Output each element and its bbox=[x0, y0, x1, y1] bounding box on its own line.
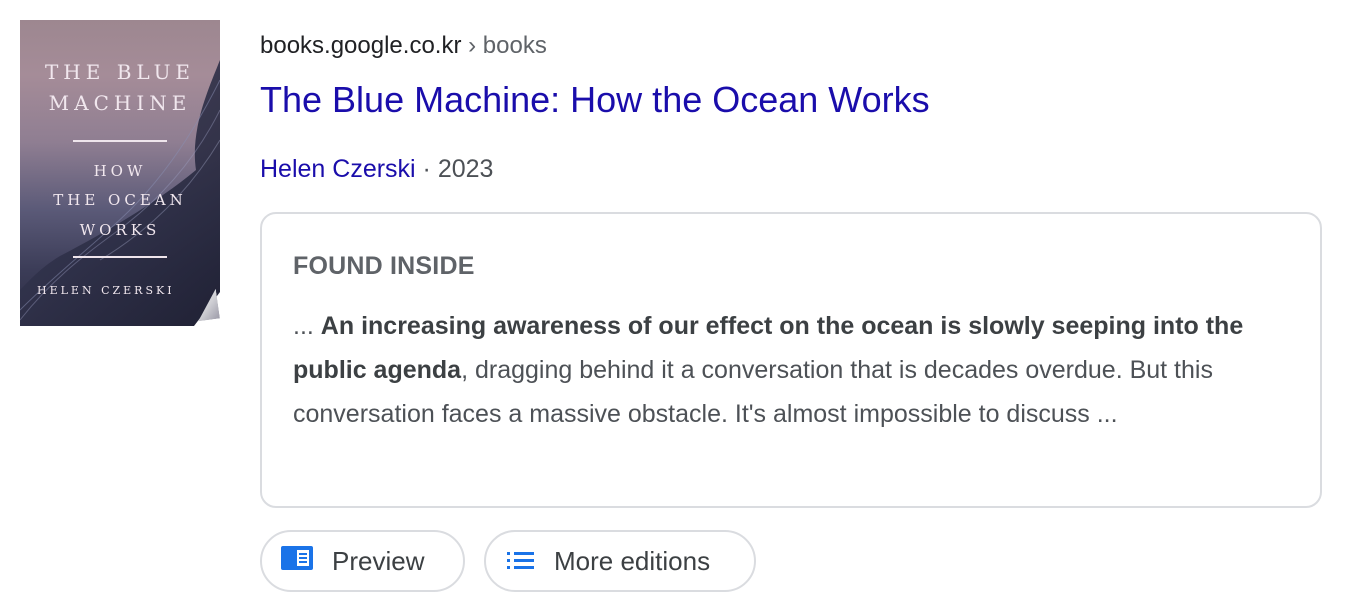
more-editions-button-label: More editions bbox=[554, 545, 711, 576]
cover-divider bbox=[73, 140, 167, 142]
cover-subtitle-line-3: WORKS bbox=[79, 221, 161, 239]
snippet-prefix: ... bbox=[293, 312, 321, 340]
found-inside-label: FOUND INSIDE bbox=[293, 252, 475, 280]
list-icon bbox=[506, 546, 536, 577]
publication-year: 2023 bbox=[437, 155, 494, 183]
cover-author: HELEN CZERSKI bbox=[37, 284, 175, 297]
cover-divider bbox=[73, 256, 167, 258]
result-title-link[interactable]: The Blue Machine: How the Ocean Works bbox=[260, 78, 930, 122]
cover-subtitle-line-1: HOW bbox=[93, 162, 147, 180]
more-editions-button[interactable]: More editions bbox=[484, 530, 756, 592]
preview-button-label: Preview bbox=[332, 545, 425, 576]
result-domain: books.google.co.kr bbox=[260, 32, 462, 59]
meta-separator: · bbox=[415, 155, 438, 183]
found-inside-snippet: ... An increasing awareness of our effec… bbox=[293, 304, 1283, 436]
book-cover-thumbnail[interactable]: THE BLUE MACHINE HOW THE OCEAN WORKS HEL… bbox=[20, 20, 220, 326]
found-inside-card: FOUND INSIDE ... An increasing awareness… bbox=[260, 212, 1322, 508]
cover-title-line-1: THE BLUE bbox=[44, 60, 196, 84]
cover-title-line-2: MACHINE bbox=[48, 91, 192, 115]
book-preview-icon bbox=[280, 545, 314, 578]
author-link[interactable]: Helen Czerski bbox=[260, 155, 416, 183]
result-source: books.google.co.kr › books bbox=[260, 30, 547, 62]
preview-button[interactable]: Preview bbox=[260, 530, 465, 592]
result-breadcrumb-path: › books bbox=[461, 32, 547, 59]
cover-subtitle-line-2: THE OCEAN bbox=[53, 191, 187, 209]
result-meta: Helen Czerski · 2023 bbox=[260, 153, 493, 185]
